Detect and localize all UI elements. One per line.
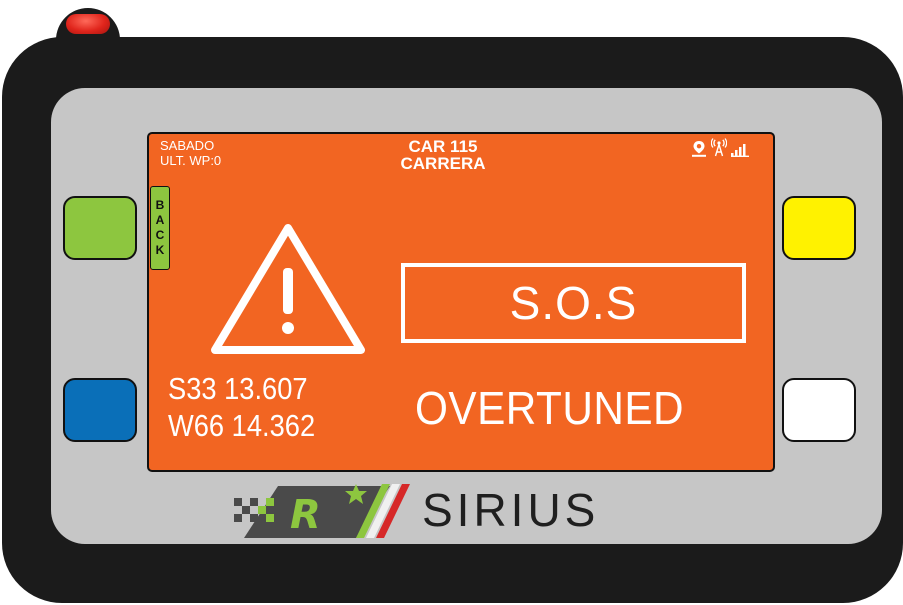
green-hardware-button[interactable]: [63, 196, 137, 260]
logo-letter: R: [290, 492, 321, 538]
yellow-hardware-button[interactable]: [782, 196, 856, 260]
longitude: W66 14.362: [168, 408, 316, 443]
latitude: S33 13.607: [168, 371, 308, 406]
sirius-device: SABADO ULT. WP:0 CAR 115 CARRERA B A C K…: [0, 0, 903, 605]
status-icons: [691, 138, 749, 157]
back-letter: K: [155, 243, 165, 257]
gps-pin-icon: [692, 141, 706, 157]
back-button[interactable]: B A C K: [150, 186, 170, 270]
last-waypoint-label: ULT. WP:0: [160, 153, 222, 168]
brand-name: SIRIUS: [422, 484, 600, 536]
back-letter: C: [155, 228, 165, 242]
back-letter: A: [155, 213, 165, 227]
white-hardware-button[interactable]: [782, 378, 856, 442]
signal-bars-icon: [731, 144, 749, 157]
sos-title-text: S.O.S: [509, 277, 638, 329]
car-info: CAR 115 CARRERA: [389, 138, 497, 172]
sos-title: S.O.S: [401, 263, 746, 343]
car-number: CAR 115: [408, 137, 478, 156]
race-mode: CARRERA: [400, 154, 486, 173]
display-screen: SABADO ULT. WP:0 CAR 115 CARRERA B A C K…: [147, 132, 775, 472]
racing-logo-icon: R: [234, 484, 410, 538]
back-letter: B: [155, 198, 165, 212]
blue-hardware-button[interactable]: [63, 378, 137, 442]
alert-message: OVERTUNED: [415, 382, 685, 434]
warning-triangle-icon: [211, 224, 365, 354]
antenna-icon: [711, 138, 727, 157]
brand-logo: R SIRIUS: [232, 480, 652, 542]
day-label: SABADO: [160, 138, 215, 153]
